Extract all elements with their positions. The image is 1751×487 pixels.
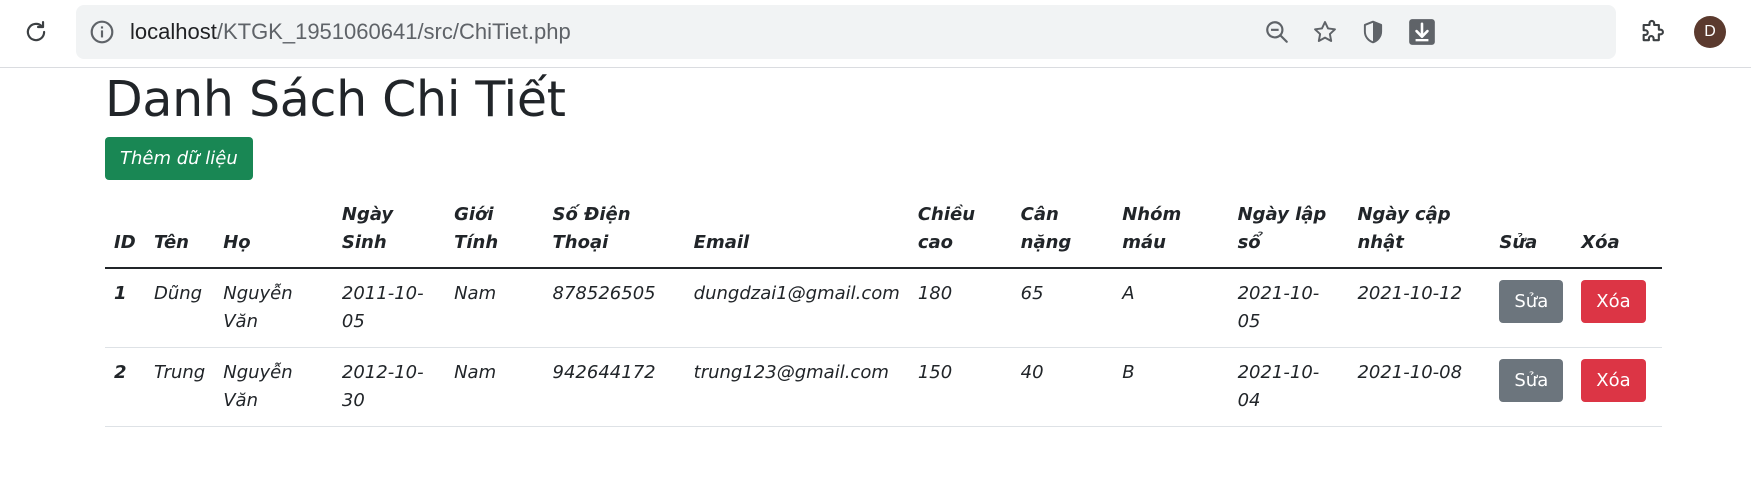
table-row: 2 Trung Nguyễn Văn 2012-10-30 Nam 942644… [105, 347, 1662, 427]
extensions-icon [1642, 19, 1664, 42]
cell-delete: Xóa [1572, 268, 1662, 348]
header-ngay-sinh: Ngày Sinh [332, 190, 446, 269]
detail-table: ID Tên Họ Ngày Sinh Giới Tính Số Điện Th… [105, 190, 1662, 427]
cell-ten: Dũng [144, 268, 215, 348]
cell-gioi-tinh: Nam [445, 268, 544, 348]
reload-icon [26, 20, 46, 42]
cell-nhom-mau: B [1113, 347, 1229, 427]
header-id: ID [105, 190, 145, 269]
table-header-row: ID Tên Họ Ngày Sinh Giới Tính Số Điện Th… [105, 190, 1662, 269]
download-icon [1409, 19, 1435, 45]
header-ngay-cap-nhat: Ngày cập nhật [1348, 190, 1491, 269]
cell-ten: Trung [144, 347, 215, 427]
cell-gioi-tinh: Nam [445, 347, 544, 427]
header-chieu-cao: Chiều cao [908, 190, 1012, 269]
header-so-dien-thoai: Số Điện Thoại [543, 190, 685, 269]
edit-button[interactable]: Sửa [1499, 359, 1564, 402]
cell-id: 2 [105, 347, 145, 427]
zoom-out-icon [1266, 21, 1288, 43]
header-ten: Tên [144, 190, 215, 269]
star-icon [1314, 21, 1336, 42]
table-row: 1 Dũng Nguyễn Văn 2011-10-05 Nam 8785265… [105, 268, 1662, 348]
page-content: Danh Sách Chi Tiết Thêm dữ liệu ID Tên H… [105, 68, 1662, 427]
info-icon[interactable] [89, 19, 115, 45]
cell-sdt: 878526505 [543, 268, 685, 348]
page-title: Danh Sách Chi Tiết [105, 71, 566, 128]
cell-nhom-mau: A [1113, 268, 1229, 348]
cell-delete: Xóa [1572, 347, 1662, 427]
delete-button[interactable]: Xóa [1581, 280, 1646, 323]
profile-avatar[interactable]: D [1694, 16, 1726, 48]
header-can-nang: Cân nặng [1011, 190, 1114, 269]
header-sua: Sửa [1490, 190, 1573, 269]
add-data-button[interactable]: Thêm dữ liệu [105, 137, 253, 180]
url-host: localhost [130, 19, 217, 44]
header-nhom-mau: Nhóm máu [1113, 190, 1229, 269]
cell-email: trung123@gmail.com [684, 347, 909, 427]
header-ngay-lap-so: Ngày lập sổ [1228, 190, 1349, 269]
edit-button[interactable]: Sửa [1499, 280, 1564, 323]
cell-email: dungdzai1@gmail.com [684, 268, 909, 348]
header-ho: Họ [214, 190, 333, 269]
shield-icon [1363, 20, 1383, 44]
address-bar[interactable]: localhost/KTGK_1951060641/src/ChiTiet.ph… [76, 5, 1616, 59]
cell-ho: Nguyễn Văn [214, 347, 333, 427]
cell-id: 1 [105, 268, 145, 348]
header-xoa: Xóa [1572, 190, 1662, 269]
cell-ngay-cap-nhat: 2021-10-08 [1348, 347, 1491, 427]
browser-toolbar: localhost/KTGK_1951060641/src/ChiTiet.ph… [0, 0, 1751, 68]
zoom-out-button[interactable] [1263, 18, 1291, 46]
header-email: Email [684, 190, 909, 269]
cell-ngay-sinh: 2011-10-05 [332, 268, 446, 348]
delete-button[interactable]: Xóa [1581, 359, 1646, 402]
cell-ngay-cap-nhat: 2021-10-12 [1348, 268, 1491, 348]
url-text[interactable]: localhost/KTGK_1951060641/src/ChiTiet.ph… [130, 5, 571, 59]
cell-ngay-lap: 2021-10-05 [1228, 268, 1349, 348]
url-path: /KTGK_1951060641/src/ChiTiet.php [216, 19, 571, 44]
cell-ngay-sinh: 2012-10-30 [332, 347, 446, 427]
cell-can-nang: 65 [1011, 268, 1114, 348]
bookmark-button[interactable] [1311, 18, 1339, 46]
privacy-shield-button[interactable] [1359, 18, 1387, 46]
cell-chieu-cao: 150 [908, 347, 1012, 427]
header-gioi-tinh: Giới Tính [445, 190, 544, 269]
cell-ho: Nguyễn Văn [214, 268, 333, 348]
cell-can-nang: 40 [1011, 347, 1114, 427]
cell-sdt: 942644172 [543, 347, 685, 427]
cell-chieu-cao: 180 [908, 268, 1012, 348]
cell-ngay-lap: 2021-10-04 [1228, 347, 1349, 427]
extensions-button[interactable] [1638, 17, 1668, 47]
download-button[interactable] [1408, 18, 1436, 46]
reload-button[interactable] [18, 14, 54, 50]
cell-edit: Sửa [1490, 268, 1573, 348]
cell-edit: Sửa [1490, 347, 1573, 427]
